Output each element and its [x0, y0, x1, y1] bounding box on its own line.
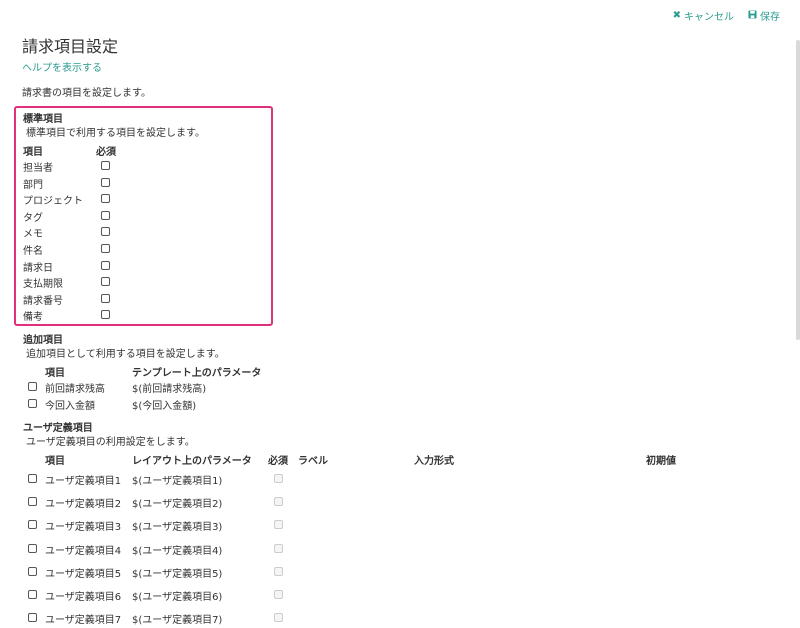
- standard-required-checkbox[interactable]: [101, 227, 110, 237]
- close-icon: ✖: [672, 10, 681, 21]
- user-item-checkbox[interactable]: [28, 520, 37, 530]
- user-item-name: ユーザ定義項目4: [45, 545, 122, 557]
- user-item-checkbox[interactable]: [28, 474, 37, 483]
- user-item-param: $(ユーザ定義項目5): [132, 568, 223, 580]
- user-item-name: ユーザ定義項目7: [45, 615, 122, 627]
- help-link[interactable]: ヘルプを表示する: [22, 59, 102, 74]
- standard-required-checkbox[interactable]: [101, 177, 110, 187]
- user-col-default: 初期値: [646, 456, 676, 467]
- user-item-name: ユーザ定義項目3: [45, 522, 122, 534]
- user-item-checkbox[interactable]: [28, 590, 37, 599]
- standard-required-checkbox[interactable]: [101, 293, 110, 303]
- user-col-required: 必須: [268, 456, 288, 467]
- additional-item-name: 今回入金額: [45, 401, 95, 412]
- user-item-param: $(ユーザ定義項目3): [132, 522, 223, 534]
- user-item-param: $(ユーザ定義項目4): [132, 545, 223, 557]
- standard-item-label: 請求番号: [23, 295, 63, 307]
- user-item-param: $(ユーザ定義項目6): [132, 592, 223, 603]
- user-item-param: $(ユーザ定義項目1): [132, 476, 223, 487]
- top-toolbar: ✖ キャンセル 保存: [673, 8, 780, 23]
- additional-col-item: 項目: [45, 368, 65, 379]
- user-required-checkbox[interactable]: [274, 590, 283, 599]
- user-item-name: ユーザ定義項目5: [45, 568, 122, 580]
- user-required-checkbox[interactable]: [274, 613, 283, 623]
- user-item-name: ユーザ定義項目1: [45, 476, 122, 487]
- user-col-label: ラベル: [298, 456, 328, 467]
- user-required-checkbox[interactable]: [274, 543, 283, 553]
- additional-item-param: $(今回入金額): [132, 401, 197, 412]
- additional-item-name: 前回請求残高: [45, 384, 105, 395]
- standard-item-label: タグ: [23, 212, 43, 224]
- page-title: 請求項目設定: [22, 37, 119, 56]
- save-icon: [748, 9, 757, 22]
- standard-description: 標準項目で利用する項目を設定します。: [26, 128, 205, 139]
- additional-col-param: テンプレート上のパラメータ: [132, 368, 262, 379]
- standard-required-checkbox[interactable]: [101, 244, 110, 253]
- standard-item-label: 支払期限: [23, 279, 63, 291]
- standard-required-checkbox[interactable]: [101, 277, 110, 287]
- user-item-checkbox[interactable]: [28, 497, 37, 507]
- standard-item-label: プロジェクト: [23, 196, 83, 208]
- page-description: 請求書の項目を設定します。: [22, 88, 151, 99]
- user-required-checkbox[interactable]: [274, 497, 283, 507]
- standard-required-checkbox[interactable]: [101, 210, 110, 220]
- user-item-param: $(ユーザ定義項目7): [132, 615, 223, 627]
- scrollbar[interactable]: [796, 40, 800, 340]
- standard-required-checkbox[interactable]: [101, 260, 110, 270]
- additional-heading: 追加項目: [23, 335, 63, 346]
- user-item-checkbox[interactable]: [28, 613, 37, 623]
- user-required-checkbox[interactable]: [274, 474, 283, 483]
- user-description: ユーザ定義項目の利用設定をします。: [26, 437, 195, 448]
- standard-item-label: メモ: [23, 229, 43, 241]
- user-required-checkbox[interactable]: [274, 520, 283, 530]
- user-col-param: レイアウト上のパラメータ: [132, 456, 252, 467]
- user-heading: ユーザ定義項目: [23, 423, 93, 434]
- user-item-name: ユーザ定義項目6: [45, 592, 122, 603]
- additional-description: 追加項目として利用する項目を設定します。: [26, 349, 225, 360]
- standard-required-checkbox[interactable]: [101, 194, 110, 204]
- additional-item-param: $(前回請求残高): [132, 384, 207, 395]
- user-col-item: 項目: [45, 456, 65, 467]
- standard-item-label: 備考: [23, 312, 43, 324]
- user-item-checkbox[interactable]: [28, 566, 37, 576]
- standard-col-item: 項目: [23, 147, 43, 158]
- user-required-checkbox[interactable]: [274, 566, 283, 576]
- standard-col-required: 必須: [96, 147, 116, 158]
- user-item-param: $(ユーザ定義項目2): [132, 499, 223, 511]
- standard-item-label: 部門: [23, 179, 43, 191]
- user-item-name: ユーザ定義項目2: [45, 499, 122, 511]
- user-col-input: 入力形式: [414, 456, 454, 467]
- standard-item-label: 件名: [23, 246, 43, 257]
- standard-item-label: 請求日: [23, 262, 53, 274]
- cancel-button[interactable]: ✖ キャンセル: [673, 8, 734, 23]
- standard-required-checkbox[interactable]: [101, 161, 110, 170]
- save-button[interactable]: 保存: [748, 8, 780, 23]
- additional-item-checkbox[interactable]: [28, 399, 37, 408]
- user-item-checkbox[interactable]: [28, 543, 37, 553]
- standard-item-label: 担当者: [23, 163, 53, 174]
- additional-item-checkbox[interactable]: [28, 382, 37, 391]
- standard-heading: 標準項目: [23, 114, 63, 125]
- standard-required-checkbox[interactable]: [101, 310, 110, 320]
